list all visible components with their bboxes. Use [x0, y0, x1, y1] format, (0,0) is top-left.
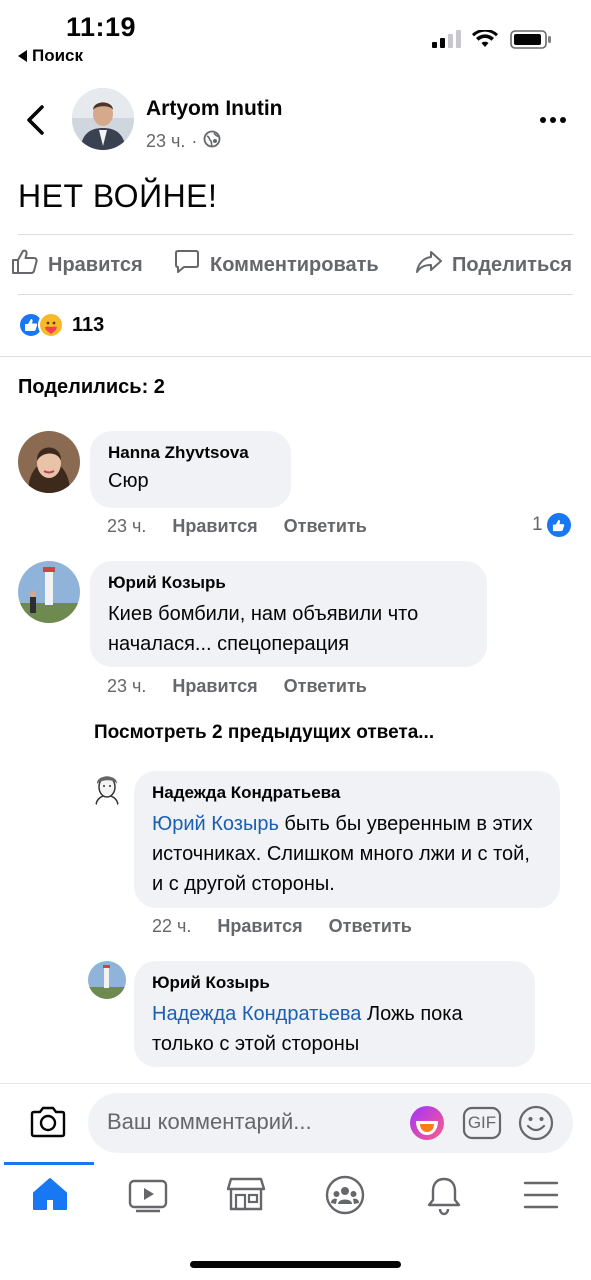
reply-bubble: Надежда Кондратьева Юрий Козырь быть бы …	[134, 771, 560, 908]
reply-author[interactable]: Юрий Козырь	[152, 973, 517, 993]
mention-link[interactable]: Юрий Козырь	[152, 813, 279, 835]
replier-avatar[interactable]	[88, 770, 126, 808]
comment-bubble: Hanna Zhyvtsova Сюр	[90, 431, 291, 508]
comment-author[interactable]: Hanna Zhyvtsova	[108, 443, 273, 463]
divider	[0, 356, 591, 357]
comment-like-button[interactable]: Нравится	[172, 516, 257, 537]
divider	[18, 234, 573, 235]
share-button[interactable]: Поделиться	[414, 245, 572, 285]
reply-author[interactable]: Надежда Кондратьева	[152, 783, 542, 803]
home-icon[interactable]	[30, 1175, 70, 1213]
gif-icon[interactable]: GIF	[462, 1104, 502, 1142]
bell-icon[interactable]	[425, 1174, 463, 1216]
share-label: Поделиться	[452, 253, 573, 276]
post-actions: Нравится Комментировать Поделиться	[0, 245, 591, 285]
comment-meta: 23 ч. Нравится Ответить	[107, 676, 393, 697]
comment-bubble: Юрий Козырь Киев бомбили, нам объявили ч…	[90, 561, 487, 667]
comment-author[interactable]: Юрий Козырь	[108, 573, 469, 593]
author-avatar[interactable]	[72, 88, 134, 150]
reply-bubble: Юрий Козырь Надежда Кондратьева Ложь пок…	[134, 961, 535, 1067]
comment-button[interactable]: Комментировать	[172, 245, 379, 285]
mention-link[interactable]: Надежда Кондратьева	[152, 1003, 361, 1025]
reactions-summary[interactable]: 113	[18, 312, 104, 338]
comment-like-button[interactable]: Нравится	[172, 676, 257, 697]
emoji-icon[interactable]	[517, 1104, 555, 1142]
comment-icon	[172, 247, 202, 283]
globe-icon	[203, 130, 221, 153]
reply-time: 22 ч.	[152, 916, 192, 936]
comment-likes[interactable]: 1	[532, 513, 571, 537]
video-icon[interactable]	[128, 1177, 168, 1213]
back-chevron-icon[interactable]	[22, 103, 52, 137]
camera-icon[interactable]	[28, 1104, 68, 1140]
comment-input-placeholder: Ваш комментарий...	[107, 1109, 312, 1134]
active-tab-indicator	[4, 1162, 94, 1165]
comment-meta: 23 ч. Нравится Ответить	[107, 516, 393, 537]
back-app-label: Поиск	[32, 46, 84, 65]
divider	[18, 294, 573, 295]
comment-text: Сюр	[108, 470, 149, 492]
status-time: 11:19	[66, 12, 137, 42]
sticker-icon[interactable]	[408, 1104, 446, 1142]
post-time[interactable]: 23 ч.	[146, 131, 185, 152]
reply-reply-button[interactable]: Ответить	[329, 916, 412, 937]
marketplace-icon[interactable]	[226, 1175, 266, 1213]
post-text: НЕТ ВОЙНЕ!	[18, 178, 218, 214]
home-indicator	[190, 1261, 401, 1268]
more-icon[interactable]	[540, 117, 566, 123]
meta-dot: ·	[191, 131, 198, 151]
reactions-count: 113	[72, 313, 105, 336]
comment-reply-button[interactable]: Ответить	[284, 516, 367, 537]
view-previous-replies[interactable]: Посмотреть 2 предыдущих ответа...	[94, 722, 434, 744]
care-reaction-icon	[38, 312, 64, 338]
back-to-app[interactable]: Поиск	[18, 46, 83, 66]
back-triangle-icon	[18, 50, 27, 62]
reply-meta: 22 ч. Нравится Ответить	[152, 916, 438, 937]
like-outline-icon	[10, 247, 40, 283]
like-button[interactable]: Нравится	[10, 245, 143, 285]
comment-likes-count: 1	[532, 514, 543, 535]
shared-count[interactable]: Поделились: 2	[18, 376, 165, 399]
reply-text: Юрий Козырь быть бы уверенным в этих ист…	[152, 809, 542, 899]
post-meta: 23 ч. ·	[146, 130, 221, 153]
gif-label: GIF	[467, 1113, 497, 1132]
comment-time: 23 ч.	[107, 676, 147, 696]
share-icon	[414, 247, 444, 283]
status-icons	[432, 28, 554, 50]
commenter-avatar[interactable]	[18, 561, 80, 623]
like-label: Нравится	[48, 253, 143, 276]
groups-icon[interactable]	[324, 1174, 366, 1216]
comment-time: 23 ч.	[107, 516, 147, 536]
commenter-avatar[interactable]	[18, 431, 80, 493]
comment-reply-button[interactable]: Ответить	[284, 676, 367, 697]
reply-like-button[interactable]: Нравится	[217, 916, 302, 937]
reply-text: Надежда Кондратьева Ложь пока только с э…	[152, 999, 517, 1059]
menu-icon[interactable]	[523, 1180, 559, 1210]
comment-text: Киев бомбили, нам объявили что началася.…	[108, 603, 419, 655]
comment-label: Комментировать	[210, 253, 379, 276]
author-name[interactable]: Artyom Inutin	[146, 97, 283, 121]
like-reaction-icon	[546, 513, 571, 537]
replier-avatar[interactable]	[88, 961, 126, 999]
